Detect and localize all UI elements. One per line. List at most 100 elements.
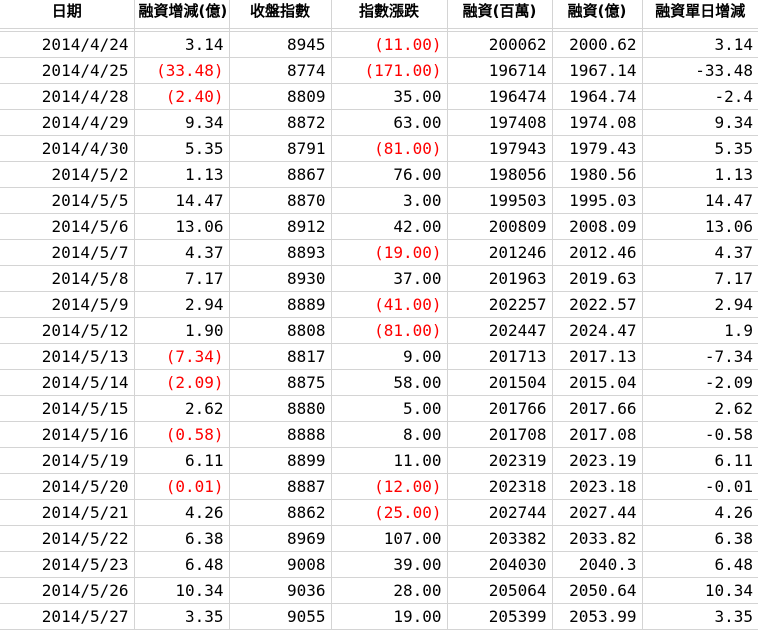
cell-close-index[interactable]: 8893: [229, 239, 332, 266]
cell-margin-million[interactable]: 201246: [447, 239, 553, 266]
cell-margin-daily-change[interactable]: -2.4: [642, 83, 758, 110]
cell-margin-hundred-million[interactable]: 2040.3: [552, 551, 643, 578]
cell-margin-million[interactable]: 203382: [447, 525, 553, 552]
cell-close-index[interactable]: 8888: [229, 421, 332, 448]
cell-margin-million[interactable]: 197408: [447, 109, 553, 136]
cell-date[interactable]: 2014/5/27: [0, 603, 135, 630]
cell-margin-change[interactable]: 14.47: [134, 187, 230, 214]
cell-margin-change[interactable]: (33.48): [134, 57, 230, 84]
cell-date[interactable]: 2014/5/26: [0, 577, 135, 604]
cell-index-change[interactable]: 9.00: [331, 343, 448, 370]
cell-margin-hundred-million[interactable]: 2017.13: [552, 343, 643, 370]
cell-margin-daily-change[interactable]: 3.35: [642, 603, 758, 630]
cell-date[interactable]: 2014/4/29: [0, 109, 135, 136]
cell-margin-daily-change[interactable]: 13.06: [642, 213, 758, 240]
cell-date[interactable]: 2014/5/22: [0, 525, 135, 552]
cell-margin-daily-change[interactable]: 7.17: [642, 265, 758, 292]
cell-margin-daily-change[interactable]: 10.34: [642, 577, 758, 604]
cell-close-index[interactable]: 8912: [229, 213, 332, 240]
cell-margin-daily-change[interactable]: 6.38: [642, 525, 758, 552]
cell-margin-daily-change[interactable]: 9.34: [642, 109, 758, 136]
cell-margin-change[interactable]: 5.35: [134, 135, 230, 162]
cell-margin-change[interactable]: (0.58): [134, 421, 230, 448]
cell-index-change[interactable]: 8.00: [331, 421, 448, 448]
cell-margin-million[interactable]: 205064: [447, 577, 553, 604]
cell-close-index[interactable]: 8930: [229, 265, 332, 292]
cell-index-change[interactable]: 11.00: [331, 447, 448, 474]
cell-margin-hundred-million[interactable]: 2008.09: [552, 213, 643, 240]
cell-close-index[interactable]: 8809: [229, 83, 332, 110]
cell-margin-change[interactable]: 2.94: [134, 291, 230, 318]
header-close-index[interactable]: 收盤指數: [229, 0, 332, 29]
cell-date[interactable]: 2014/5/6: [0, 213, 135, 240]
cell-date[interactable]: 2014/5/2: [0, 161, 135, 188]
cell-margin-hundred-million[interactable]: 2017.66: [552, 395, 643, 422]
cell-index-change[interactable]: (11.00): [331, 31, 448, 58]
cell-index-change[interactable]: 35.00: [331, 83, 448, 110]
cell-index-change[interactable]: (41.00): [331, 291, 448, 318]
cell-margin-hundred-million[interactable]: 2017.08: [552, 421, 643, 448]
cell-close-index[interactable]: 8899: [229, 447, 332, 474]
cell-margin-million[interactable]: 201504: [447, 369, 553, 396]
cell-close-index[interactable]: 8887: [229, 473, 332, 500]
cell-margin-million[interactable]: 200062: [447, 31, 553, 58]
cell-margin-hundred-million[interactable]: 2027.44: [552, 499, 643, 526]
cell-margin-hundred-million[interactable]: 2053.99: [552, 603, 643, 630]
cell-close-index[interactable]: 8969: [229, 525, 332, 552]
cell-margin-change[interactable]: 7.17: [134, 265, 230, 292]
cell-margin-million[interactable]: 205399: [447, 603, 553, 630]
cell-index-change[interactable]: 63.00: [331, 109, 448, 136]
cell-margin-change[interactable]: 2.62: [134, 395, 230, 422]
cell-margin-daily-change[interactable]: -2.09: [642, 369, 758, 396]
cell-close-index[interactable]: 8862: [229, 499, 332, 526]
cell-margin-change[interactable]: (7.34): [134, 343, 230, 370]
cell-margin-hundred-million[interactable]: 2019.63: [552, 265, 643, 292]
cell-date[interactable]: 2014/5/8: [0, 265, 135, 292]
cell-close-index[interactable]: 8945: [229, 31, 332, 58]
cell-index-change[interactable]: 107.00: [331, 525, 448, 552]
cell-margin-change[interactable]: (2.40): [134, 83, 230, 110]
cell-margin-million[interactable]: 202319: [447, 447, 553, 474]
cell-index-change[interactable]: (19.00): [331, 239, 448, 266]
cell-margin-hundred-million[interactable]: 2015.04: [552, 369, 643, 396]
cell-margin-hundred-million[interactable]: 1980.56: [552, 161, 643, 188]
cell-margin-daily-change[interactable]: -7.34: [642, 343, 758, 370]
cell-margin-million[interactable]: 204030: [447, 551, 553, 578]
cell-close-index[interactable]: 8808: [229, 317, 332, 344]
cell-margin-hundred-million[interactable]: 1964.74: [552, 83, 643, 110]
cell-margin-daily-change[interactable]: 3.14: [642, 31, 758, 58]
cell-margin-change[interactable]: 4.37: [134, 239, 230, 266]
cell-margin-hundred-million[interactable]: 2023.19: [552, 447, 643, 474]
cell-date[interactable]: 2014/5/15: [0, 395, 135, 422]
cell-margin-hundred-million[interactable]: 2000.62: [552, 31, 643, 58]
cell-margin-million[interactable]: 196474: [447, 83, 553, 110]
cell-margin-daily-change[interactable]: 1.9: [642, 317, 758, 344]
cell-date[interactable]: 2014/5/12: [0, 317, 135, 344]
cell-index-change[interactable]: 42.00: [331, 213, 448, 240]
cell-date[interactable]: 2014/5/5: [0, 187, 135, 214]
cell-date[interactable]: 2014/4/24: [0, 31, 135, 58]
header-margin-daily-change[interactable]: 融資單日增減: [642, 0, 758, 29]
cell-margin-million[interactable]: 201963: [447, 265, 553, 292]
header-margin-million[interactable]: 融資(百萬): [447, 0, 553, 29]
cell-close-index[interactable]: 8880: [229, 395, 332, 422]
cell-margin-change[interactable]: (0.01): [134, 473, 230, 500]
cell-index-change[interactable]: (81.00): [331, 135, 448, 162]
cell-margin-daily-change[interactable]: 1.13: [642, 161, 758, 188]
cell-date[interactable]: 2014/5/19: [0, 447, 135, 474]
cell-date[interactable]: 2014/5/7: [0, 239, 135, 266]
cell-margin-hundred-million[interactable]: 2023.18: [552, 473, 643, 500]
cell-margin-million[interactable]: 202447: [447, 317, 553, 344]
cell-date[interactable]: 2014/4/28: [0, 83, 135, 110]
cell-margin-million[interactable]: 201713: [447, 343, 553, 370]
cell-margin-hundred-million[interactable]: 2033.82: [552, 525, 643, 552]
cell-margin-hundred-million[interactable]: 2024.47: [552, 317, 643, 344]
cell-margin-million[interactable]: 199503: [447, 187, 553, 214]
cell-margin-hundred-million[interactable]: 2050.64: [552, 577, 643, 604]
cell-margin-hundred-million[interactable]: 2022.57: [552, 291, 643, 318]
cell-index-change[interactable]: (25.00): [331, 499, 448, 526]
cell-close-index[interactable]: 9008: [229, 551, 332, 578]
cell-margin-million[interactable]: 200809: [447, 213, 553, 240]
cell-margin-change[interactable]: 10.34: [134, 577, 230, 604]
cell-margin-change[interactable]: (2.09): [134, 369, 230, 396]
